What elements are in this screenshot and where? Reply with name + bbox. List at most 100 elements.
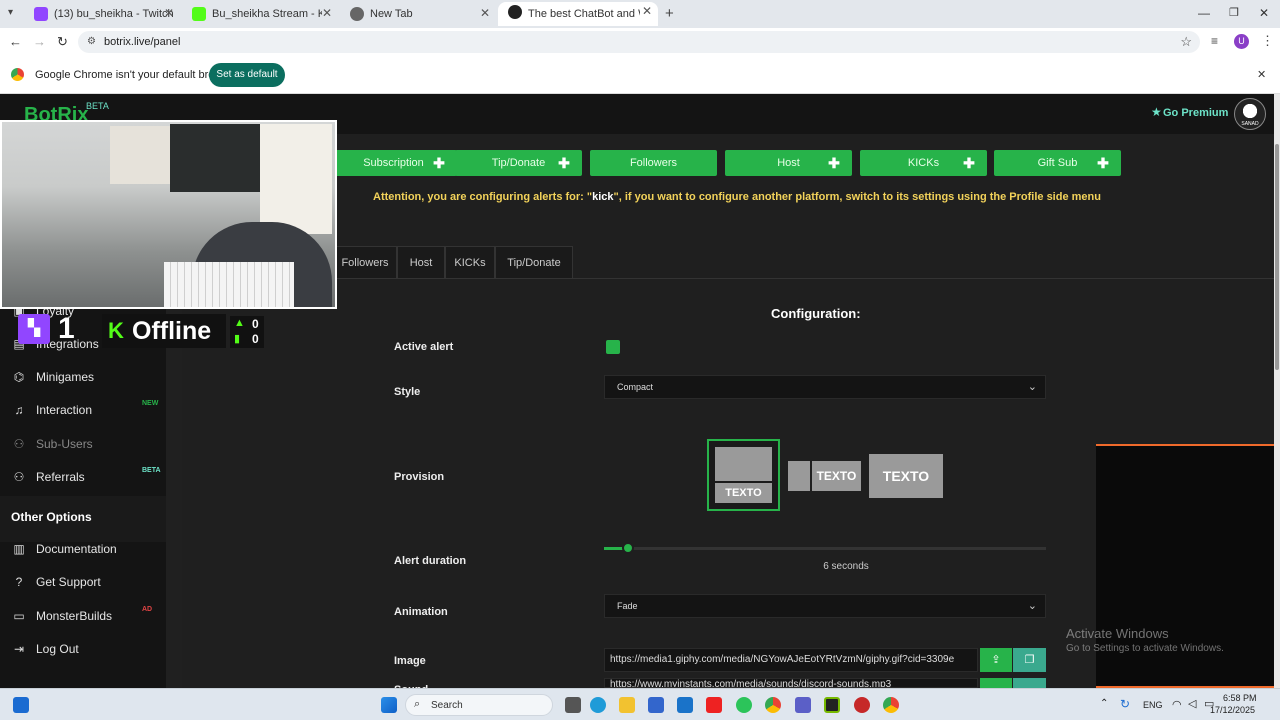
image-url-input[interactable]: https://media1.giphy.com/media/NGYowAJeE… <box>604 648 978 672</box>
sidebar-item-log-out[interactable]: ⇥ Log Out <box>12 642 79 656</box>
youtube-icon[interactable] <box>706 697 722 713</box>
sidebar-item-interaction[interactable]: ♫ Interaction <box>12 403 93 417</box>
widgets-icon[interactable] <box>13 697 29 713</box>
browser-tab-kick[interactable]: Bu_sheikha Stream - Kick Dashb ✕ <box>182 4 338 24</box>
image-placeholder-icon <box>788 461 810 491</box>
new-tab-plus-icon[interactable]: + <box>665 5 674 22</box>
app-icon[interactable] <box>854 697 870 713</box>
alert-gift-sub-button[interactable]: Gift Sub ✚ <box>994 150 1121 176</box>
media-control-icon[interactable]: ≡ <box>1211 34 1218 48</box>
close-icon[interactable]: ✕ <box>322 6 332 20</box>
tab-host[interactable]: Host <box>397 246 445 278</box>
file-explorer-icon[interactable] <box>619 697 635 713</box>
alert-host-button[interactable]: Host ✚ <box>725 150 852 176</box>
sidebar-item-documentation[interactable]: ▥ Documentation <box>12 542 116 556</box>
active-alert-checkbox[interactable] <box>606 340 620 354</box>
browser-tab-newtab[interactable]: New Tab ✕ <box>340 4 496 24</box>
sound-url-input[interactable]: https://www.myinstants.com/media/sounds/… <box>604 678 978 688</box>
sidebar-item-monsterbuilds[interactable]: ▭ MonsterBuilds <box>12 609 112 623</box>
restore-icon[interactable]: ❐ <box>1229 6 1239 19</box>
provision-option-inline[interactable]: TEXTO <box>788 457 861 493</box>
alert-subscription-button[interactable]: Subscription ✚ <box>330 150 457 176</box>
back-icon[interactable]: ← <box>9 34 22 49</box>
sidebar-item-referrals[interactable]: ⚇ Referrals <box>12 470 85 484</box>
store-icon[interactable] <box>648 697 664 713</box>
outlook-icon[interactable] <box>677 697 693 713</box>
upload-button[interactable] <box>980 678 1012 688</box>
edge-icon[interactable] <box>590 697 606 713</box>
sidebar-item-get-support[interactable]: ? Get Support <box>12 575 101 589</box>
browser-tab-botrix[interactable]: The best ChatBot and Widgets f ✕ <box>498 2 658 26</box>
close-icon[interactable]: ✕ <box>480 6 490 20</box>
gallery-button[interactable]: ❐ <box>1013 648 1046 672</box>
scrollbar-thumb[interactable] <box>1275 144 1279 370</box>
bookmark-star-icon[interactable]: ☆ <box>1180 31 1192 53</box>
animation-select[interactable]: Fade ⌄ <box>604 594 1046 618</box>
browser-tab-twitch[interactable]: (13) bu_sheikha - Twitch ✕ <box>24 4 180 24</box>
alert-tip-donate-button[interactable]: Tip/Donate ✚ <box>455 150 582 176</box>
tab-followers[interactable]: Followers <box>333 246 397 278</box>
plus-icon[interactable]: ✚ <box>826 155 842 171</box>
tab-search-icon[interactable]: ▾ <box>8 7 13 18</box>
gallery-button[interactable] <box>1013 678 1046 688</box>
logout-icon: ⇥ <box>13 642 25 656</box>
clock-time[interactable]: 6:58 PM <box>1223 693 1257 703</box>
plus-icon[interactable]: ✚ <box>556 155 572 171</box>
beta-badge: BETA <box>86 101 109 111</box>
clock-date[interactable]: 17/12/2025 <box>1210 705 1255 715</box>
chrome-profile-icon[interactable] <box>883 697 899 713</box>
active-alert-label: Active alert <box>394 341 454 353</box>
sidebar-item-sub-users[interactable]: ⚇ Sub-Users <box>12 437 93 451</box>
tab-title: The best ChatBot and Widgets f <box>528 8 640 20</box>
provision-option-stacked[interactable]: TEXTO <box>707 439 780 511</box>
profile-avatar[interactable]: U <box>1234 34 1249 49</box>
wifi-icon[interactable]: ◠ <box>1172 698 1182 711</box>
search-label: Search <box>431 700 463 711</box>
kebab-menu-icon[interactable]: ⋮ <box>1261 33 1274 49</box>
sidebar-item-minigames[interactable]: ⌬ Minigames <box>12 370 94 384</box>
language-indicator[interactable]: ENG <box>1143 700 1163 710</box>
slider-handle[interactable] <box>622 542 634 554</box>
site-info-icon[interactable]: ⚙ <box>87 31 96 53</box>
alert-duration-slider[interactable] <box>604 542 1046 554</box>
sidebar-item-label: Sub-Users <box>36 437 93 451</box>
set-as-default-button[interactable]: Set as default <box>209 63 285 87</box>
alert-followers-button[interactable]: Followers <box>590 150 717 176</box>
tab-kicks[interactable]: KICKs <box>445 246 495 278</box>
stat-down-value: 0 <box>252 332 259 346</box>
nvidia-icon[interactable] <box>824 697 840 713</box>
plus-icon[interactable]: ✚ <box>1095 155 1111 171</box>
close-icon[interactable]: ✕ <box>1257 68 1266 81</box>
provision-text-box: TEXTO <box>812 461 861 491</box>
sync-icon[interactable]: ↻ <box>1120 697 1130 711</box>
style-select[interactable]: Compact ⌄ <box>604 375 1046 399</box>
forward-icon[interactable]: → <box>33 34 46 49</box>
url-input[interactable]: ⚙ botrix.live/panel ☆ <box>78 31 1200 53</box>
provision-option-overlay[interactable]: TEXTO <box>869 454 943 498</box>
window-close-icon[interactable]: ✕ <box>1259 6 1269 20</box>
upload-button[interactable]: ⇪ <box>980 648 1012 672</box>
reload-icon[interactable]: ↻ <box>57 34 68 50</box>
tab-title: New Tab <box>370 8 413 20</box>
teams-icon[interactable] <box>795 697 811 713</box>
go-premium-link[interactable]: Go Premium <box>1163 107 1228 119</box>
alert-kicks-button[interactable]: KICKs ✚ <box>860 150 987 176</box>
close-icon[interactable]: ✕ <box>164 6 174 20</box>
minimize-icon[interactable]: — <box>1198 6 1210 20</box>
page-scrollbar[interactable] <box>1274 94 1280 688</box>
taskbar-search-box[interactable]: ⌕ Search <box>405 694 553 716</box>
close-icon[interactable]: ✕ <box>642 4 652 18</box>
user-avatar[interactable]: SANAD <box>1234 98 1266 130</box>
plus-icon[interactable]: ✚ <box>431 155 447 171</box>
tray-chevron-icon[interactable]: ⌃ <box>1100 698 1108 709</box>
volume-icon[interactable]: ◁ <box>1188 697 1196 710</box>
task-view-icon[interactable] <box>565 697 581 713</box>
image-placeholder-icon <box>715 447 772 481</box>
tab-tip-donate[interactable]: Tip/Donate <box>495 246 573 278</box>
whatsapp-icon[interactable] <box>736 697 752 713</box>
activate-windows-title: Activate Windows <box>1066 626 1169 641</box>
plus-icon[interactable]: ✚ <box>961 155 977 171</box>
alert-duration-readout: 6 seconds <box>604 561 1088 572</box>
chrome-icon[interactable] <box>765 697 781 713</box>
start-windows-icon[interactable] <box>381 697 397 713</box>
